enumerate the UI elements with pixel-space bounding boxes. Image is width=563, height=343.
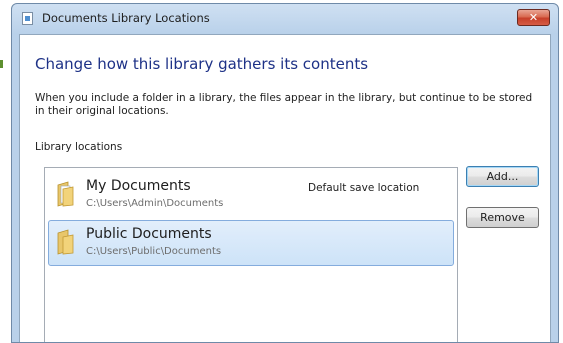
- page-title: Change how this library gathers its cont…: [35, 55, 369, 73]
- background-window-edge: [0, 60, 3, 68]
- location-name: My Documents: [86, 178, 191, 194]
- dialog-window: Documents Library Locations ✕ Change how…: [11, 3, 559, 343]
- window-title: Documents Library Locations: [42, 11, 210, 25]
- library-locations-label: Library locations: [35, 141, 123, 153]
- description-text: When you include a folder in a library, …: [35, 92, 533, 117]
- location-item-my-documents[interactable]: My Documents C:\Users\Admin\Documents De…: [48, 172, 454, 218]
- location-path: C:\Users\Admin\Documents: [86, 198, 224, 209]
- title-bar[interactable]: Documents Library Locations ✕: [12, 4, 558, 34]
- default-save-location-label: Default save location: [308, 182, 420, 194]
- folder-icon: [57, 181, 74, 207]
- dialog-content: Change how this library gathers its cont…: [19, 34, 551, 342]
- folder-icon: [57, 229, 74, 255]
- location-item-public-documents[interactable]: Public Documents C:\Users\Public\Documen…: [48, 220, 454, 266]
- remove-location-button[interactable]: Remove: [466, 207, 539, 228]
- library-icon: [22, 12, 33, 25]
- library-locations-list[interactable]: My Documents C:\Users\Admin\Documents De…: [44, 167, 458, 342]
- close-button[interactable]: ✕: [517, 9, 550, 26]
- add-location-button[interactable]: Add...: [466, 166, 539, 187]
- close-icon: ✕: [528, 11, 539, 24]
- location-name: Public Documents: [86, 226, 212, 242]
- location-path: C:\Users\Public\Documents: [86, 246, 222, 257]
